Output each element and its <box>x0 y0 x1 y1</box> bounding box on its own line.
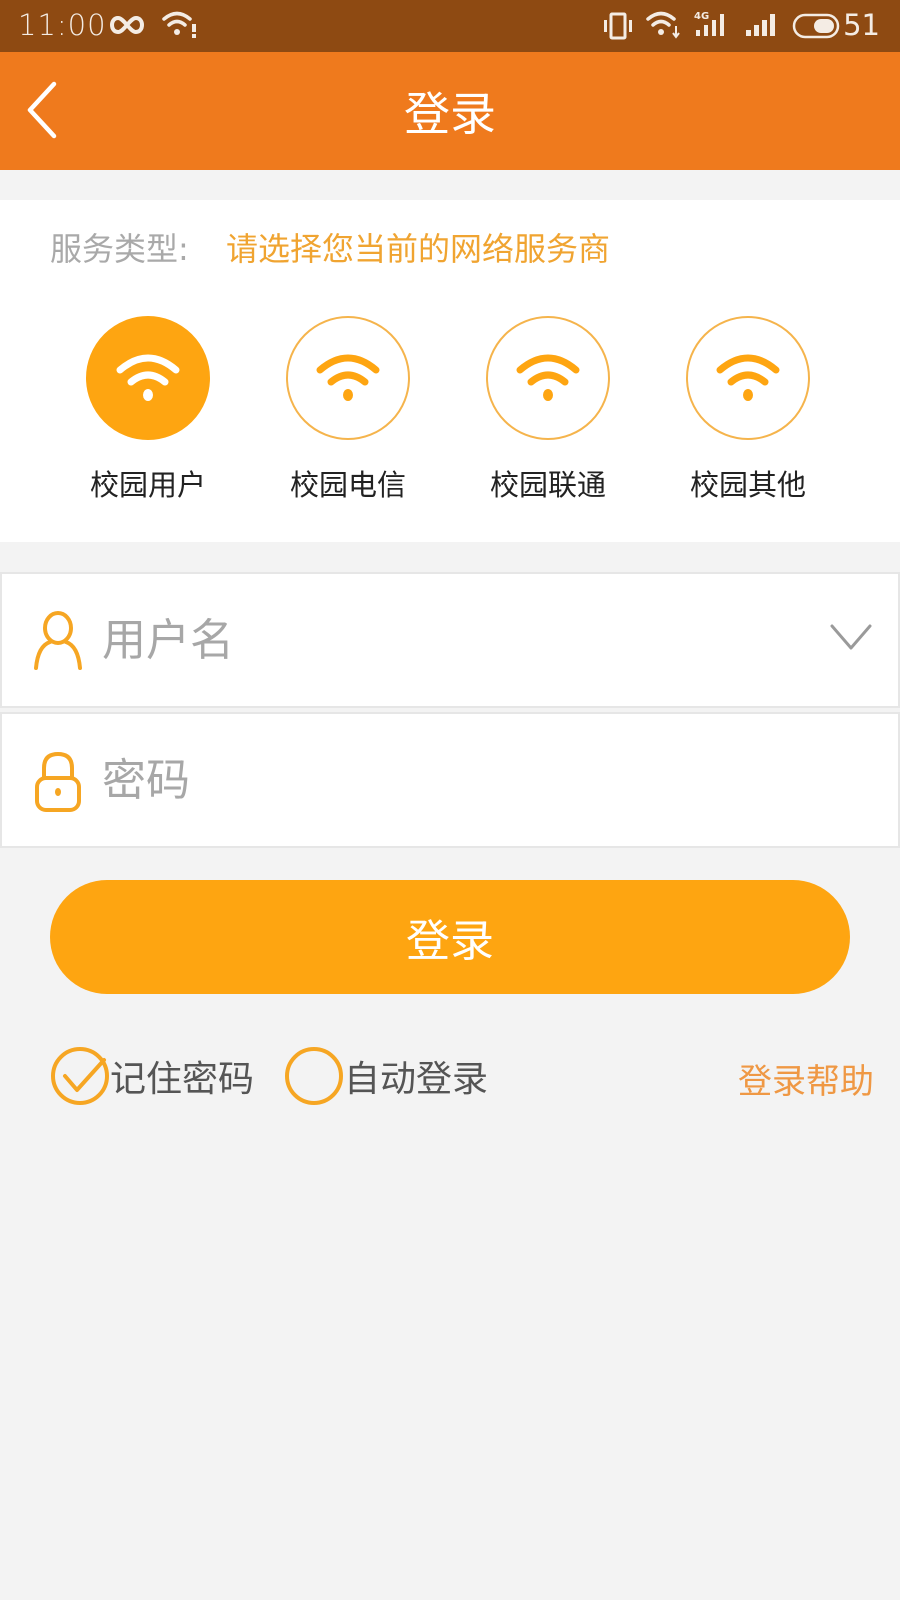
wifi-icon <box>116 354 180 401</box>
login-help-link[interactable]: 登录帮助 <box>738 1054 874 1103</box>
provider-label: 校园用户 <box>89 468 206 502</box>
provider-label: 校园电信 <box>289 468 406 502</box>
provider-label: 校园联通 <box>489 468 606 502</box>
svg-text:4G: 4G <box>694 11 709 22</box>
lock-icon <box>35 751 81 812</box>
empty-circle-icon <box>285 1047 343 1105</box>
username-dropdown-button[interactable] <box>828 620 874 656</box>
provider-circle <box>86 316 210 440</box>
signal-icon <box>746 14 775 36</box>
login-button[interactable]: 登录 <box>50 880 850 994</box>
user-icon <box>34 611 82 670</box>
service-type-panel: 服务类型: 请选择您当前的网络服务商 校园用户 校园电信 校园联通 校园其他 <box>0 200 900 542</box>
infinity-icon <box>110 15 144 35</box>
provider-campus-user[interactable]: 校园用户 <box>86 316 210 502</box>
battery-icon <box>792 13 840 39</box>
username-input[interactable] <box>102 608 802 672</box>
provider-circle <box>286 316 410 440</box>
wifi-alert-icon <box>162 11 196 38</box>
vibrate-icon <box>604 12 632 40</box>
auto-login-checkbox[interactable]: 自动登录 <box>284 1044 488 1108</box>
page-title: 登录 <box>404 87 496 141</box>
username-field <box>0 572 900 708</box>
provider-campus-unicom[interactable]: 校园联通 <box>486 316 610 502</box>
check-circle-icon <box>51 1047 109 1105</box>
service-type-label: 服务类型: <box>50 230 189 268</box>
auto-login-label: 自动登录 <box>344 1059 489 1100</box>
provider-circle <box>686 316 810 440</box>
provider-campus-other[interactable]: 校园其他 <box>686 316 810 502</box>
provider-circle <box>486 316 610 440</box>
remember-password-label: 记住密码 <box>110 1059 255 1100</box>
battery-percent: 51 <box>843 8 880 42</box>
service-type-hint: 请选择您当前的网络服务商 <box>226 230 611 268</box>
status-bar: 11:00 4G 51 <box>0 0 900 52</box>
signal-4g-icon: 4G <box>694 11 724 36</box>
remember-password-checkbox[interactable]: 记住密码 <box>50 1044 254 1108</box>
wifi-icon <box>316 354 380 401</box>
wifi-icon <box>716 354 780 401</box>
chevron-down-icon <box>830 624 872 650</box>
provider-label: 校园其他 <box>689 468 806 502</box>
app-bar: 登录 <box>0 52 900 170</box>
provider-campus-telecom[interactable]: 校园电信 <box>286 316 410 502</box>
wifi-icon <box>516 354 580 401</box>
password-input[interactable] <box>102 748 802 812</box>
status-time: 11:00 <box>18 8 107 42</box>
password-field <box>0 712 900 848</box>
wifi-download-icon <box>646 11 680 39</box>
